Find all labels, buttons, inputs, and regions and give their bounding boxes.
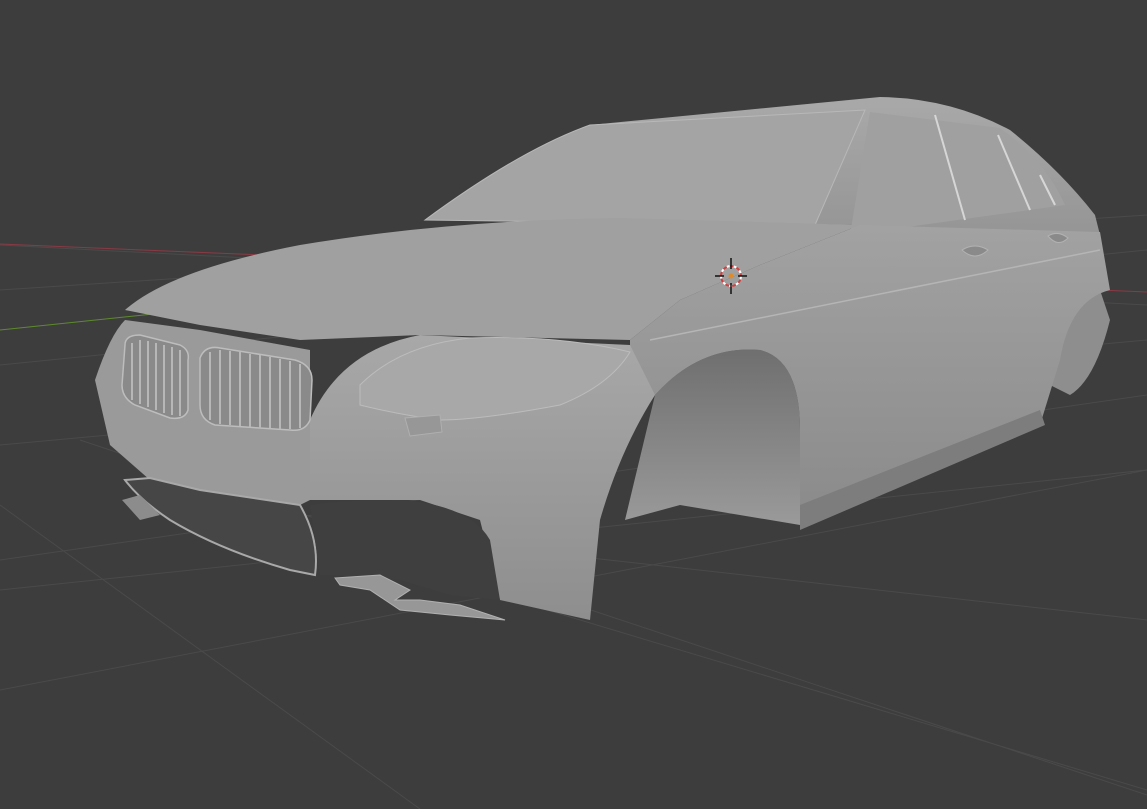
3d-viewport[interactable] — [0, 0, 1147, 809]
viewport-canvas[interactable] — [0, 0, 1147, 809]
kidney-grille-right — [199, 346, 313, 432]
windshield — [423, 109, 866, 226]
fog-light — [404, 414, 443, 437]
car-body-mesh-icon[interactable] — [95, 97, 1110, 621]
